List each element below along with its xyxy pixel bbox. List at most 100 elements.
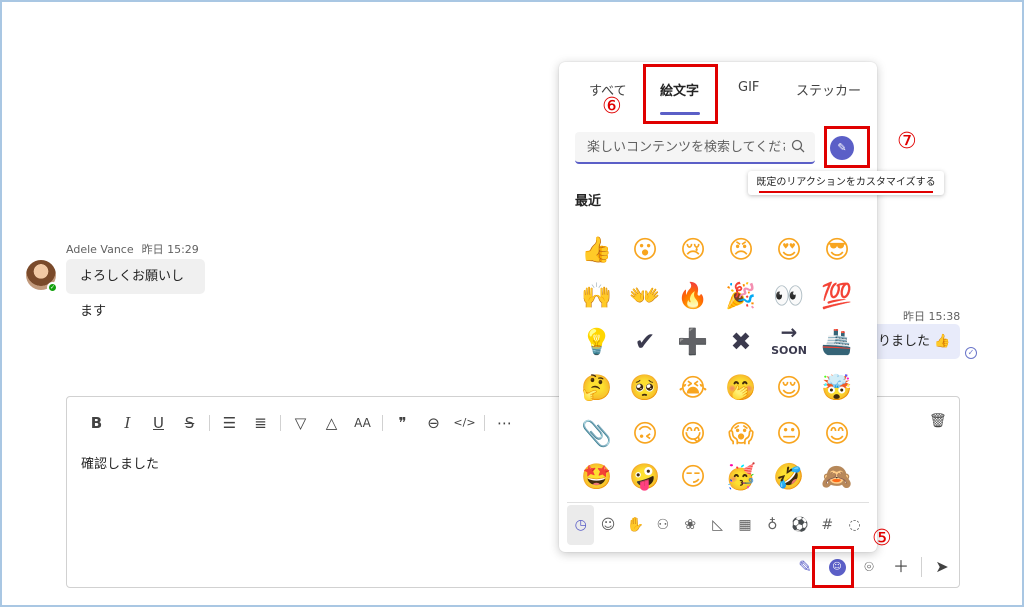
soon-arrow-emoji[interactable]: → SOON [765,319,813,365]
exploding-head-emoji[interactable]: 🤯 [813,365,861,411]
zany-emoji[interactable]: 🤪 [621,457,669,497]
yum-emoji[interactable]: 😋 [669,411,717,457]
soon-arrow: → [780,320,798,344]
format-toolbar: B I U S ☰ ≣ ▽ △ AA ❞ ⊖ </> ⋯ [81,411,520,435]
section-title-recent: 最近 [575,194,602,209]
paperclip-emoji[interactable]: 📎 [573,411,621,457]
smirk-emoji[interactable]: 😏 [669,457,717,497]
check-mark-emoji[interactable]: ✔ [621,319,669,365]
toolbar-divider [209,415,210,431]
eyes-emoji[interactable]: 👀 [765,273,813,319]
emoji-category-bar: ◷ ☺ ✋ ⚇ ❀ ◺ ▦ ♁ ⚽ # ◌ [567,502,869,546]
code-icon[interactable]: </> [449,411,480,435]
sender-name: Adele Vance [66,243,134,256]
message-time: 昨日 15:29 [141,243,199,256]
emoji-row: 🤩 🤪 😏 🥳 🤣 🙈 [573,457,863,497]
hand-over-mouth-emoji[interactable]: 🤭 [717,365,765,411]
category-buildings-icon[interactable]: ▦ [731,505,758,545]
highlight-icon[interactable]: ▽ [285,411,316,435]
message-meta-left: Adele Vance 昨日 15:29 [66,241,199,257]
app-frame: Adele Vance 昨日 15:29 ✓ よろしくお願いします 昨日 15:3… [0,0,1024,607]
search-input[interactable] [575,132,785,162]
pleading-emoji[interactable]: 🥺 [621,365,669,411]
heart-eyes-emoji[interactable]: 😍 [765,227,813,273]
relieved-emoji[interactable]: 😌 [765,365,813,411]
category-food-icon[interactable]: ◺ [704,505,731,545]
font-color-icon[interactable]: △ [316,411,347,435]
ship-emoji[interactable]: 🚢 [813,319,861,365]
presence-available-icon: ✓ [47,282,58,293]
soon-label: SOON [771,344,807,357]
message-text-right: りました [878,334,931,349]
more-options-icon[interactable]: ⋯ [489,411,520,435]
emoji-row: 💡 ✔ ➕ ✖ → SOON 🚢 [573,319,863,365]
hundred-emoji[interactable]: 💯 [813,273,861,319]
emoji-row: 👍 😮 😢 😠 😍 😎 [573,227,863,273]
strikethrough-button[interactable]: S [174,411,205,435]
toolbar-divider [382,415,383,431]
category-custom-icon[interactable]: ◌ [841,505,868,545]
surprised-emoji[interactable]: 😮 [621,227,669,273]
trash-icon[interactable]: 🗑 [929,413,947,431]
tab-gif[interactable]: GIF [738,80,759,95]
message-text: よろしくお願いします [80,269,185,319]
message-bubble-left[interactable]: よろしくお願いします [66,259,205,319]
link-icon[interactable]: ⊖ [418,411,449,435]
category-objects-icon[interactable]: ♁ [759,505,786,545]
thinking-emoji[interactable]: 🤔 [573,365,621,411]
toolbar-divider [484,415,485,431]
partying-face-emoji[interactable]: 🥳 [717,457,765,497]
add-icon[interactable]: ＋ [885,553,917,581]
send-icon[interactable]: ➤ [926,553,958,581]
category-activity-icon[interactable]: ⚽ [786,505,813,545]
crying-emoji[interactable]: 😭 [669,365,717,411]
neutral-face-emoji[interactable]: 😐 [765,411,813,457]
emoji-row: 📎 🙃 😋 😱 😐 😊 [573,411,863,457]
see-no-evil-emoji[interactable]: 🙈 [813,457,861,497]
emoji-row: 🙌 👐 🔥 🎉 👀 💯 [573,273,863,319]
raised-hands-emoji[interactable]: 🙌 [573,273,621,319]
toolbar-divider [280,415,281,431]
annotation-box-emoji-tab [643,64,718,124]
rolling-laughing-emoji[interactable]: 🤣 [765,457,813,497]
fire-emoji[interactable]: 🔥 [669,273,717,319]
annotation-box-customize [824,126,870,168]
sunglasses-emoji[interactable]: 😎 [813,227,861,273]
category-people-icon[interactable]: ⚇ [649,505,676,545]
numbered-list-icon[interactable]: ≣ [245,411,276,435]
tab-stickers[interactable]: ステッカー [796,80,861,99]
open-hands-emoji[interactable]: 👐 [621,273,669,319]
sad-emoji[interactable]: 😢 [669,227,717,273]
category-symbols-icon[interactable]: # [814,505,841,545]
loop-icon[interactable]: ⌾ [853,553,885,581]
compose-text[interactable]: 確認しました [81,453,159,472]
category-hands-icon[interactable]: ✋ [622,505,649,545]
search-icon[interactable] [791,139,805,153]
thumbs-up-emoji[interactable]: 👍 [573,227,621,273]
angry-emoji[interactable]: 😠 [717,227,765,273]
italic-button[interactable]: I [112,411,143,435]
category-smileys-icon[interactable]: ☺ [594,505,621,545]
emoji-search [575,132,815,164]
bold-button[interactable]: B [81,411,112,435]
underline-button[interactable]: U [143,411,174,435]
message-bubble-right[interactable]: りました 👍 [864,324,960,359]
font-size-icon[interactable]: AA [347,411,378,435]
party-popper-emoji[interactable]: 🎉 [717,273,765,319]
star-struck-emoji[interactable]: 🤩 [573,457,621,497]
read-receipt-icon: ✓ [965,347,977,359]
category-animals-icon[interactable]: ❀ [677,505,704,545]
smiling-emoji[interactable]: 😊 [813,411,861,457]
bullet-list-icon[interactable]: ☰ [214,411,245,435]
plus-emoji[interactable]: ➕ [669,319,717,365]
screaming-emoji[interactable]: 😱 [717,411,765,457]
annotation-number-six: ⑥ [602,94,622,119]
light-bulb-emoji[interactable]: 💡 [573,319,621,365]
cross-mark-emoji[interactable]: ✖ [717,319,765,365]
category-recent-icon[interactable]: ◷ [567,504,595,545]
upside-down-emoji[interactable]: 🙃 [621,411,669,457]
quote-icon[interactable]: ❞ [387,411,418,435]
thumbs-up-icon: 👍 [934,334,951,349]
emoji-grid: 👍 😮 😢 😠 😍 😎 🙌 👐 🔥 🎉 👀 💯 💡 ✔ ➕ ✖ → SOON 🚢… [573,227,863,497]
actions-divider [921,557,922,577]
